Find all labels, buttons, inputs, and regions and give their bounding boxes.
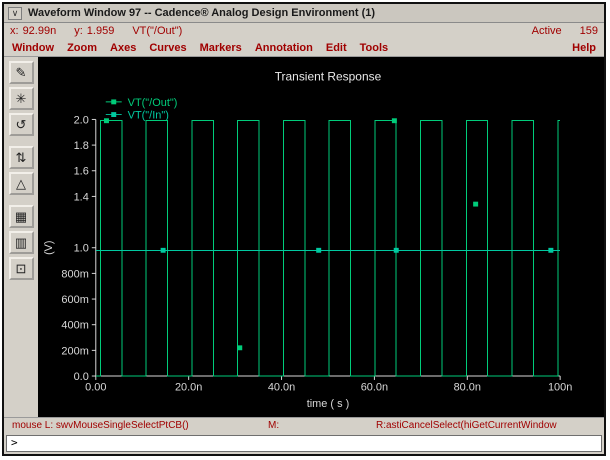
- y-tick-label: 1.0: [74, 243, 89, 255]
- starburst-icon: ✳: [15, 90, 27, 106]
- trace-marker[interactable]: [393, 247, 399, 253]
- crosshair-readout-bar: x: 92.99n y: 1.959 VT("/Out") Active 159: [4, 23, 604, 39]
- trace-marker[interactable]: [548, 247, 554, 253]
- left-toolbar: ✎ ✳ ↺ ⇅ △ ▦ ▥ ⊡: [4, 57, 38, 417]
- mouse-left-binding-value: swvMouseSingleSelectPtCB(): [55, 420, 189, 431]
- composite-chart-button[interactable]: ▥: [8, 231, 34, 254]
- subwindow-icon: ⊡: [15, 260, 27, 276]
- active-label: Active: [531, 25, 562, 37]
- mouse-right-binding-label: R:: [376, 420, 386, 431]
- y-tick-label: 200m: [61, 345, 88, 357]
- prompt-symbol: >: [11, 436, 18, 449]
- y-axis-label: (V): [43, 241, 55, 255]
- undo-button[interactable]: ↺: [8, 113, 34, 136]
- menu-edit[interactable]: Edit: [326, 42, 347, 54]
- legend-sample-marker: [111, 99, 117, 105]
- y-tick-label: 1.6: [74, 166, 89, 178]
- x-tick-label: 100n: [548, 382, 572, 394]
- menu-markers[interactable]: Markers: [200, 42, 242, 54]
- titlebar: ∨ Waveform Window 97 -- Cadence® Analog …: [4, 4, 604, 23]
- active-count: 159: [579, 25, 598, 37]
- trace-marker[interactable]: [391, 118, 397, 124]
- undo-arrow-icon: ↺: [15, 116, 27, 132]
- menu-curves[interactable]: Curves: [149, 42, 186, 54]
- waveform-plot[interactable]: 2.01.81.61.41.0800m600m400m200m0.00.00 20…: [38, 57, 604, 417]
- y-tick-label: 2.0: [74, 114, 89, 126]
- main-area: ✎ ✳ ↺ ⇅ △ ▦ ▥ ⊡ 2.0 1.8 1.6 1.4 1.0 800m…: [4, 57, 604, 417]
- command-prompt[interactable]: >: [6, 435, 602, 452]
- menu-tools[interactable]: Tools: [360, 42, 389, 54]
- x-readout: x: 92.99n: [10, 25, 56, 37]
- strip-chart-icon: ▦: [14, 208, 28, 224]
- legend-entry[interactable]: VT("/Out"): [128, 97, 178, 109]
- marker-mode-button[interactable]: ⇅: [8, 146, 34, 169]
- x-tick-label: 0.00: [85, 382, 106, 394]
- x-axis-label: time ( s ): [307, 398, 350, 410]
- y-tick-label: 1.8: [74, 140, 89, 152]
- mouse-bindings-statusbar: mouse L: swvMouseSingleSelectPtCB() M: R…: [4, 417, 604, 434]
- menubar: Window Zoom Axes Curves Markers Annotati…: [4, 39, 604, 57]
- menu-annotation[interactable]: Annotation: [255, 42, 313, 54]
- trace-marker[interactable]: [473, 201, 479, 207]
- y-tick-label: 400m: [61, 320, 88, 332]
- strip-chart-button[interactable]: ▦: [8, 205, 34, 228]
- subwindow-button[interactable]: ⊡: [8, 257, 34, 280]
- menu-zoom[interactable]: Zoom: [67, 42, 97, 54]
- composite-chart-icon: ▥: [14, 234, 28, 250]
- menu-help[interactable]: Help: [572, 42, 596, 54]
- slope-mode-button[interactable]: △: [8, 172, 34, 195]
- trace-marker[interactable]: [103, 118, 109, 124]
- legend-entry[interactable]: VT("/In"): [128, 110, 169, 122]
- x-tick-label: 20.0n: [175, 382, 202, 394]
- mouse-right-binding-value: astiCancelSelect(hiGetCurrentWindow: [386, 420, 557, 431]
- legend-sample-marker: [111, 112, 117, 117]
- x-readout-value: 92.99n: [22, 25, 57, 37]
- x-tick-label: 40.0n: [268, 382, 295, 394]
- x-tick-label: 60.0n: [361, 382, 388, 394]
- trace-marker[interactable]: [316, 247, 322, 253]
- pencil-button[interactable]: ✎: [8, 61, 34, 84]
- slope-icon: △: [16, 175, 26, 191]
- y-tick-label: 1.4: [74, 191, 89, 203]
- pencil-icon: ✎: [15, 64, 27, 80]
- trace-marker[interactable]: [237, 345, 243, 351]
- wave-arrows-icon: ⇅: [15, 149, 27, 165]
- mouse-left-binding-label: mouse L:: [12, 420, 54, 431]
- trace-marker[interactable]: [160, 247, 166, 253]
- window-collapse-button[interactable]: ∨: [8, 6, 22, 20]
- x-tick-label: 80.0n: [454, 382, 481, 394]
- mouse-middle-binding-label: M:: [268, 420, 280, 431]
- selected-trace-readout: VT("/Out"): [132, 25, 183, 37]
- menu-window[interactable]: Window: [12, 42, 54, 54]
- y-tick-label: 600m: [61, 294, 88, 306]
- window-title: Waveform Window 97 -- Cadence® Analog De…: [28, 7, 376, 19]
- x-readout-label: x:: [10, 25, 19, 37]
- y-readout-value: 1.959: [86, 25, 115, 37]
- y-tick-label: 800m: [61, 268, 88, 280]
- y-readout: y: 1.959: [74, 25, 114, 37]
- plot-area: 2.0 1.8 1.6 1.4 1.0 800m 600m 400m 200m 0.0 0.00 20…: [38, 57, 604, 417]
- waveform-window: ∨ Waveform Window 97 -- Cadence® Analog …: [2, 2, 606, 456]
- chart-title: Transient Response: [275, 70, 382, 84]
- menu-axes[interactable]: Axes: [110, 42, 136, 54]
- y-readout-label: y:: [74, 25, 83, 37]
- zoom-fit-button[interactable]: ✳: [8, 87, 34, 110]
